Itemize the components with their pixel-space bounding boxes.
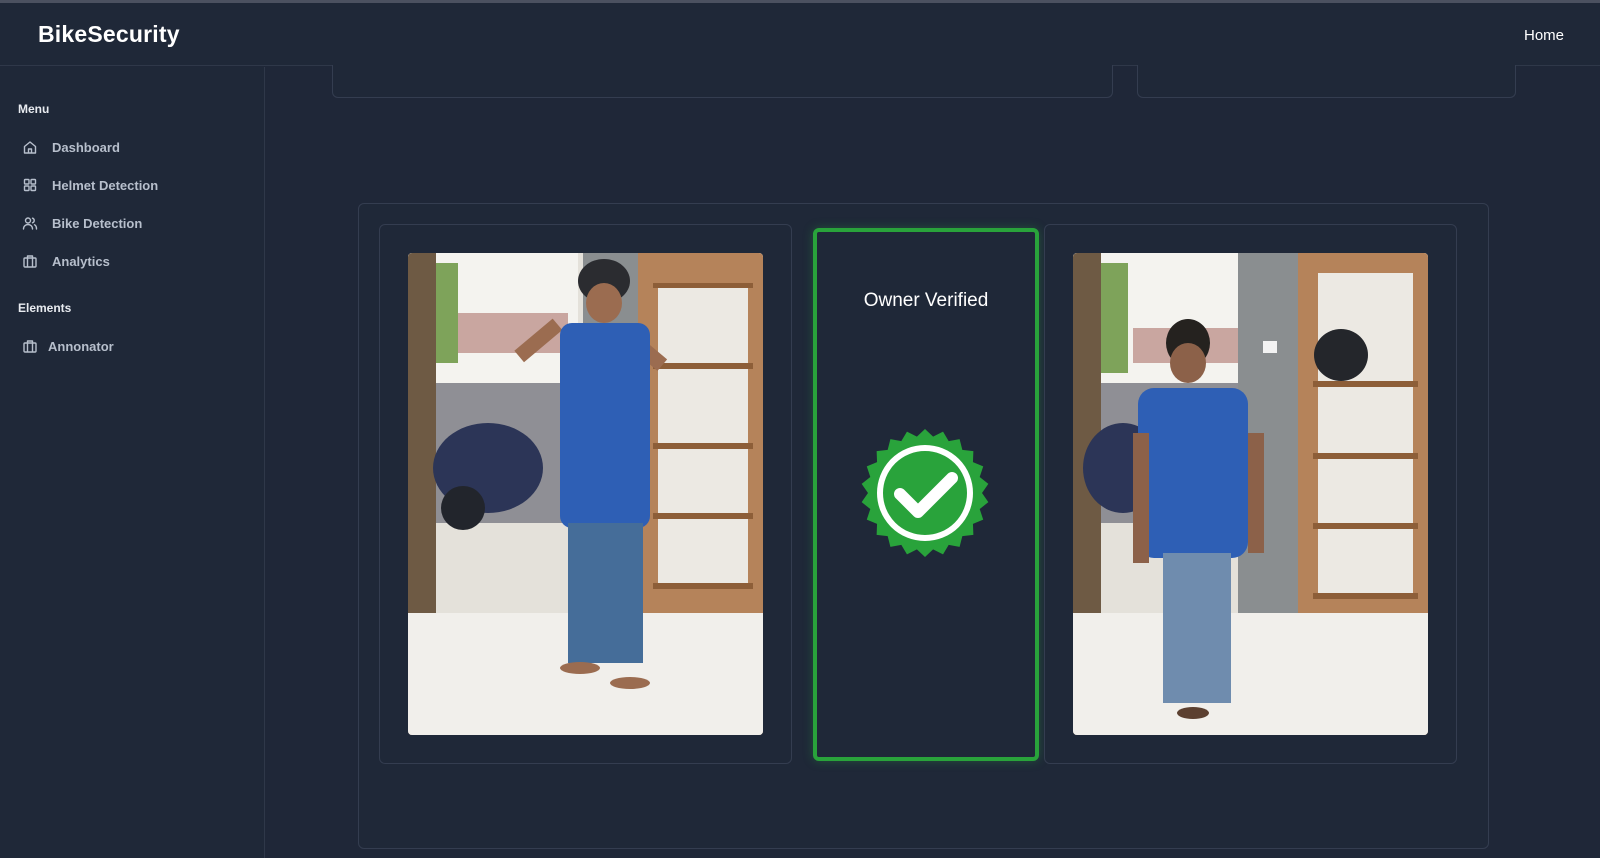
verified-check-badge-icon <box>860 428 990 558</box>
sidebar-item-label: Analytics <box>52 253 110 269</box>
briefcase-icon <box>22 338 38 354</box>
sidebar-item-helmet-detection[interactable]: Helmet Detection <box>22 174 158 196</box>
card-partial-top-left <box>332 65 1113 98</box>
grid-icon <box>22 177 38 193</box>
brand-logo-text[interactable]: BikeSecurity <box>38 21 180 48</box>
sidebar-section-elements: Elements <box>18 301 72 315</box>
sidebar: Menu Dashboard Helmet Detection Bike Det… <box>0 67 265 858</box>
verification-panel: Owner Verified <box>358 203 1489 849</box>
sidebar-item-analytics[interactable]: Analytics <box>22 250 110 272</box>
sidebar-item-dashboard[interactable]: Dashboard <box>22 136 120 158</box>
sidebar-item-label: Helmet Detection <box>52 177 159 193</box>
sidebar-item-label: Bike Detection <box>52 215 143 231</box>
card-partial-top-right <box>1137 65 1516 98</box>
captured-image-card-no-helmet <box>1044 224 1457 764</box>
owner-verified-card: Owner Verified <box>813 228 1039 761</box>
captured-image-card-helmet <box>379 224 792 764</box>
home-link[interactable]: Home <box>1524 27 1564 44</box>
sidebar-item-label: Dashboard <box>52 139 120 155</box>
sidebar-item-bike-detection[interactable]: Bike Detection <box>22 212 142 234</box>
sidebar-section-menu: Menu <box>18 102 50 116</box>
main-content: Owner Verified <box>266 65 1600 858</box>
sidebar-item-annonator[interactable]: Annonator <box>22 335 114 357</box>
photo-person-without-helmet <box>1073 253 1428 735</box>
photo-person-wearing-helmet <box>408 253 763 735</box>
briefcase-icon <box>22 253 38 269</box>
home-icon <box>22 139 38 155</box>
sidebar-item-label: Annonator <box>48 338 114 354</box>
users-icon <box>22 215 38 231</box>
verification-status-text: Owner Verified <box>863 290 989 311</box>
top-navbar: BikeSecurity Home <box>0 3 1600 66</box>
